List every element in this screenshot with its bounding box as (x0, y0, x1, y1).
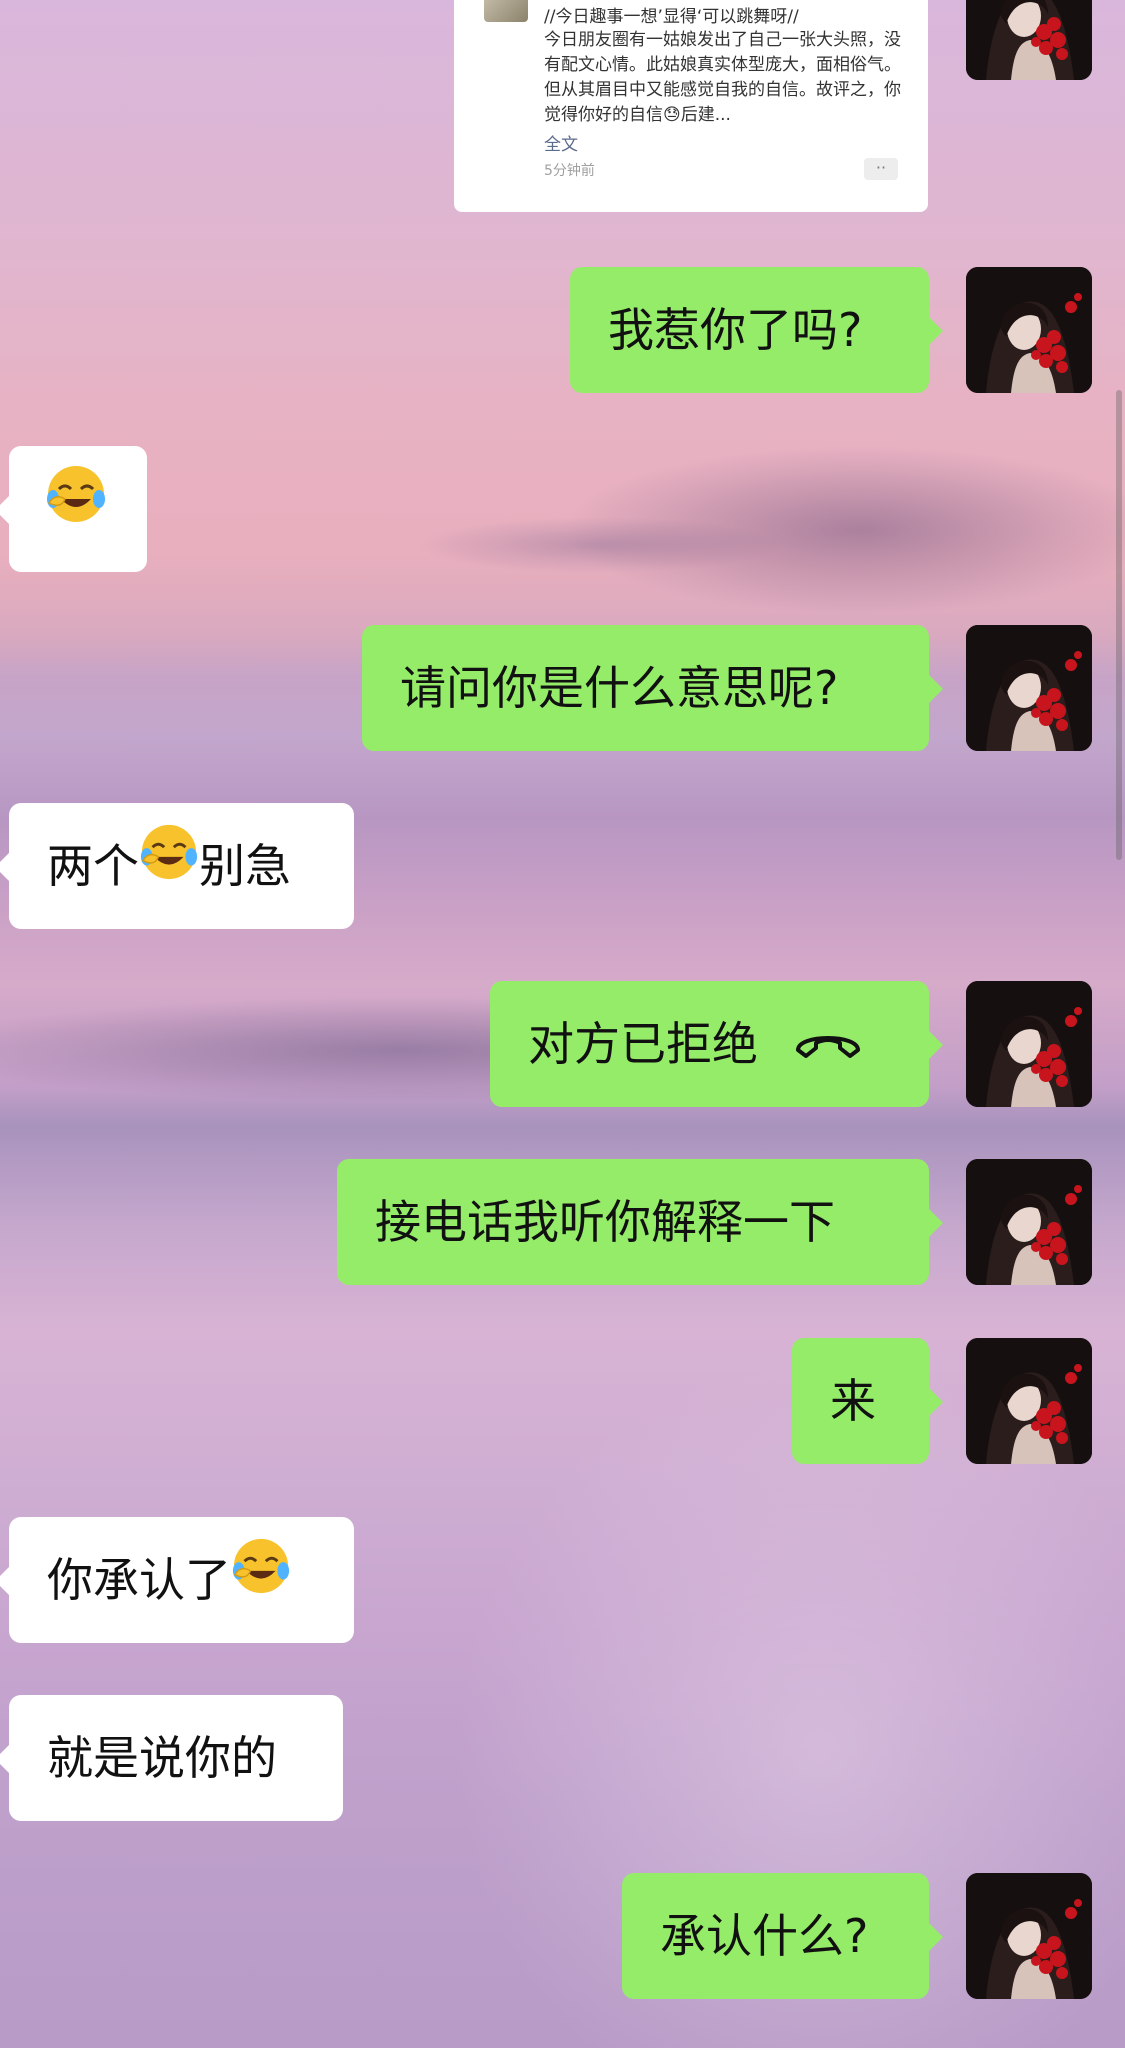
avatar[interactable] (966, 1338, 1092, 1464)
avatar[interactable] (966, 0, 1092, 80)
post-timestamp: 5分钟前 (544, 163, 595, 179)
message-bubble-received[interactable] (0, 446, 147, 572)
message-text: 你承认了 (47, 1553, 231, 1607)
message-bubble-sent[interactable]: 请问你是什么意思呢? (362, 625, 943, 751)
avatar[interactable] (966, 625, 1092, 751)
full-text-link[interactable]: 全文 (544, 130, 578, 155)
message-bubble-received[interactable]: 两个 别急 (0, 803, 354, 929)
sweat-laugh-emoji (231, 1517, 291, 1643)
avatar[interactable] (966, 1873, 1092, 1999)
sweat-laugh-emoji (139, 803, 199, 929)
message-text: 对方已拒绝 (528, 1017, 758, 1071)
message-text: 接电话我听你解释一下 (375, 1195, 835, 1249)
call-declined-icon (792, 981, 864, 1107)
message-bubble-sent[interactable]: 接电话我听你解释一下 (337, 1159, 943, 1285)
message-bubble-sent[interactable]: 承认什么? (622, 1873, 943, 1999)
sweat-laugh-emoji (45, 446, 107, 572)
message-text: 请问你是什么意思呢? (400, 661, 839, 715)
shared-post-title: //今日趣事一想’显得‘可以跳舞呀// (544, 7, 799, 27)
more-options-button[interactable]: ·· (864, 158, 898, 180)
message-text: 承认什么? (660, 1909, 869, 1963)
message-bubble-received[interactable]: 你承认了 (0, 1517, 354, 1643)
scrollbar[interactable] (1116, 390, 1122, 860)
shared-post-thumbnail (484, 0, 528, 22)
call-declined-bubble[interactable]: 对方已拒绝 (490, 981, 943, 1107)
avatar[interactable] (966, 267, 1092, 393)
message-bubble-sent[interactable]: 我惹你了吗? (570, 267, 943, 393)
message-text: 两个 (47, 839, 139, 893)
shared-post-body: 今日朋友圈有一姑娘发出了自己一张大头照，没有配文心情。此姑娘真实体型庞大，面相俗… (544, 30, 901, 125)
message-bubble-sent[interactable]: 来 (792, 1338, 943, 1464)
message-text: 别急 (199, 839, 291, 893)
message-text: 就是说你的 (47, 1731, 277, 1785)
message-text: 来 (830, 1374, 876, 1428)
shared-post-card[interactable]: //今日趣事一想’显得‘可以跳舞呀// 今日朋友圈有一姑娘发出了自己一张大头照，… (454, 0, 928, 212)
message-bubble-received[interactable]: 就是说你的 (0, 1695, 343, 1821)
avatar[interactable] (966, 1159, 1092, 1285)
avatar[interactable] (966, 981, 1092, 1107)
message-text: 我惹你了吗? (608, 303, 863, 357)
